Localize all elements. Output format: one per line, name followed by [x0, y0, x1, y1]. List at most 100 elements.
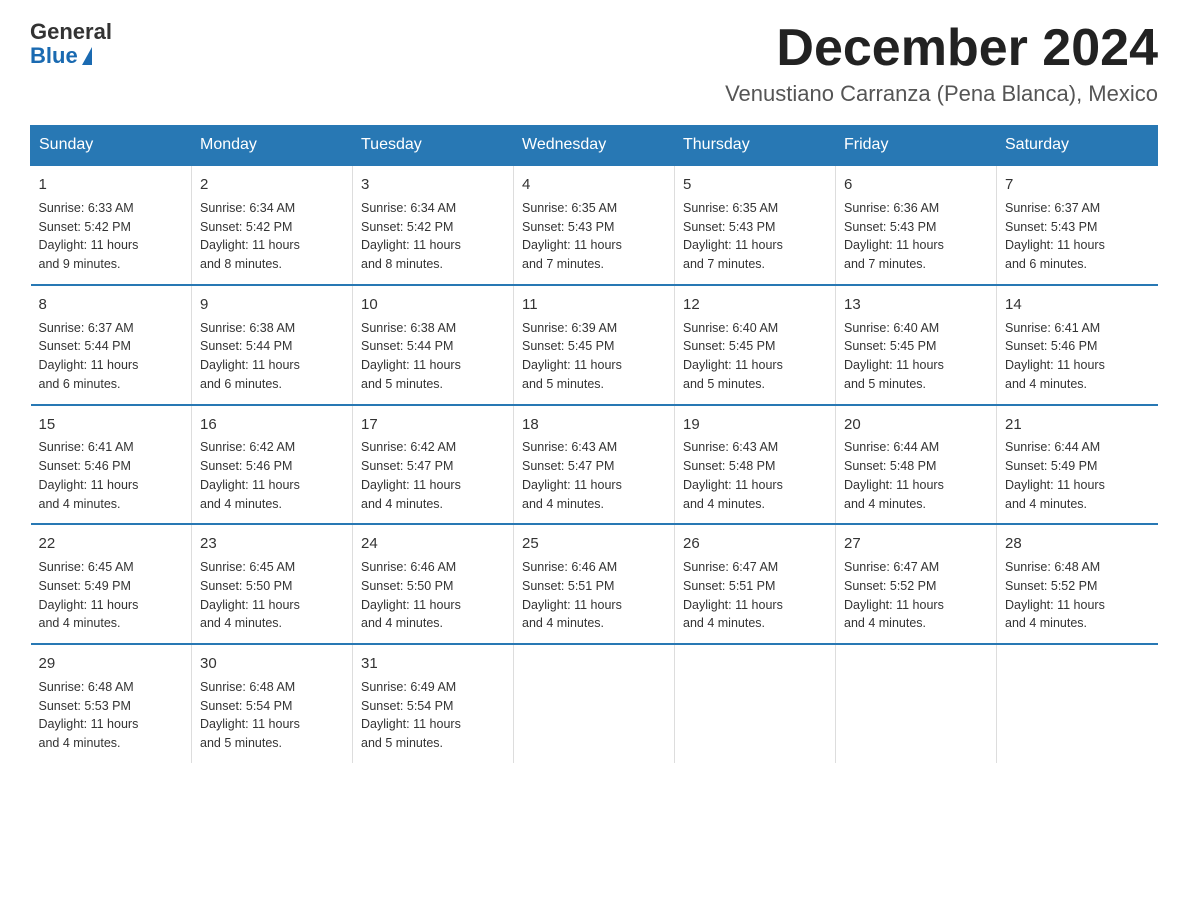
- day-number: 26: [683, 533, 827, 555]
- calendar-table: Sunday Monday Tuesday Wednesday Thursday…: [30, 125, 1158, 763]
- day-number: 25: [522, 533, 666, 555]
- day-number: 24: [361, 533, 505, 555]
- day-number: 22: [39, 533, 184, 555]
- col-wednesday: Wednesday: [514, 126, 675, 166]
- cell-info: Sunrise: 6:44 AMSunset: 5:49 PMDaylight:…: [1005, 440, 1105, 510]
- cell-info: Sunrise: 6:46 AMSunset: 5:50 PMDaylight:…: [361, 560, 461, 630]
- day-number: 12: [683, 294, 827, 316]
- cell-info: Sunrise: 6:35 AMSunset: 5:43 PMDaylight:…: [683, 201, 783, 271]
- day-number: 15: [39, 414, 184, 436]
- logo: General Blue: [30, 20, 112, 68]
- table-row: 2 Sunrise: 6:34 AMSunset: 5:42 PMDaylight…: [192, 165, 353, 285]
- calendar-week-row: 8Sunrise: 6:37 AMSunset: 5:44 PMDaylight…: [31, 285, 1158, 405]
- table-row: 25 Sunrise: 6:46 AMSunset: 5:51 PMDayligh…: [514, 524, 675, 644]
- day-number: 29: [39, 653, 184, 675]
- day-number: 13: [844, 294, 988, 316]
- table-row: 15 Sunrise: 6:41 AMSunset: 5:46 PMDayligh…: [31, 405, 192, 525]
- table-row: 21 Sunrise: 6:44 AMSunset: 5:49 PMDayligh…: [997, 405, 1158, 525]
- day-number: 5: [683, 174, 827, 196]
- logo-blue-text: Blue: [30, 44, 112, 68]
- col-sunday: Sunday: [31, 126, 192, 166]
- cell-info: Sunrise: 6:34 AMSunset: 5:42 PMDaylight:…: [200, 201, 300, 271]
- day-number: 16: [200, 414, 344, 436]
- day-number: 23: [200, 533, 344, 555]
- page-header: General Blue December 2024 Venustiano Ca…: [30, 20, 1158, 107]
- day-number: 17: [361, 414, 505, 436]
- cell-info: Sunrise: 6:46 AMSunset: 5:51 PMDaylight:…: [522, 560, 622, 630]
- cell-info: Sunrise: 6:42 AMSunset: 5:46 PMDaylight:…: [200, 440, 300, 510]
- day-number: 28: [1005, 533, 1150, 555]
- cell-info: Sunrise: 6:42 AMSunset: 5:47 PMDaylight:…: [361, 440, 461, 510]
- table-row: 20Sunrise: 6:44 AMSunset: 5:48 PMDayligh…: [836, 405, 997, 525]
- table-row: 3 Sunrise: 6:34 AMSunset: 5:42 PMDaylight…: [353, 165, 514, 285]
- table-row: 4 Sunrise: 6:35 AMSunset: 5:43 PMDaylight…: [514, 165, 675, 285]
- cell-info: Sunrise: 6:39 AMSunset: 5:45 PMDaylight:…: [522, 321, 622, 391]
- logo-triangle-icon: [82, 47, 92, 65]
- table-row: 24 Sunrise: 6:46 AMSunset: 5:50 PMDayligh…: [353, 524, 514, 644]
- title-area: December 2024 Venustiano Carranza (Pena …: [725, 20, 1158, 107]
- table-row: 31Sunrise: 6:49 AMSunset: 5:54 PMDayligh…: [353, 644, 514, 763]
- cell-info: Sunrise: 6:48 AMSunset: 5:53 PMDaylight:…: [39, 680, 139, 750]
- day-number: 21: [1005, 414, 1150, 436]
- cell-info: Sunrise: 6:48 AMSunset: 5:54 PMDaylight:…: [200, 680, 300, 750]
- table-row: 17 Sunrise: 6:42 AMSunset: 5:47 PMDayligh…: [353, 405, 514, 525]
- day-number: 6: [844, 174, 988, 196]
- table-row: 8Sunrise: 6:37 AMSunset: 5:44 PMDaylight…: [31, 285, 192, 405]
- cell-info: Sunrise: 6:47 AMSunset: 5:51 PMDaylight:…: [683, 560, 783, 630]
- header-row: Sunday Monday Tuesday Wednesday Thursday…: [31, 126, 1158, 166]
- day-number: 3: [361, 174, 505, 196]
- table-row: 19Sunrise: 6:43 AMSunset: 5:48 PMDayligh…: [675, 405, 836, 525]
- month-title: December 2024: [725, 20, 1158, 77]
- table-row: [514, 644, 675, 763]
- day-number: 10: [361, 294, 505, 316]
- table-row: 10 Sunrise: 6:38 AMSunset: 5:44 PMDayligh…: [353, 285, 514, 405]
- cell-info: Sunrise: 6:41 AMSunset: 5:46 PMDaylight:…: [39, 440, 139, 510]
- cell-info: Sunrise: 6:38 AMSunset: 5:44 PMDaylight:…: [361, 321, 461, 391]
- table-row: 28Sunrise: 6:48 AMSunset: 5:52 PMDayligh…: [997, 524, 1158, 644]
- table-row: 5 Sunrise: 6:35 AMSunset: 5:43 PMDaylight…: [675, 165, 836, 285]
- table-row: 12 Sunrise: 6:40 AMSunset: 5:45 PMDayligh…: [675, 285, 836, 405]
- table-row: 16 Sunrise: 6:42 AMSunset: 5:46 PMDayligh…: [192, 405, 353, 525]
- calendar-week-row: 29 Sunrise: 6:48 AMSunset: 5:53 PMDayligh…: [31, 644, 1158, 763]
- day-number: 7: [1005, 174, 1150, 196]
- table-row: 30Sunrise: 6:48 AMSunset: 5:54 PMDayligh…: [192, 644, 353, 763]
- table-row: 26 Sunrise: 6:47 AMSunset: 5:51 PMDayligh…: [675, 524, 836, 644]
- cell-info: Sunrise: 6:47 AMSunset: 5:52 PMDaylight:…: [844, 560, 944, 630]
- table-row: 14 Sunrise: 6:41 AMSunset: 5:46 PMDayligh…: [997, 285, 1158, 405]
- day-number: 20: [844, 414, 988, 436]
- table-row: 11 Sunrise: 6:39 AMSunset: 5:45 PMDayligh…: [514, 285, 675, 405]
- cell-info: Sunrise: 6:37 AMSunset: 5:43 PMDaylight:…: [1005, 201, 1105, 271]
- calendar-week-row: 22Sunrise: 6:45 AMSunset: 5:49 PMDayligh…: [31, 524, 1158, 644]
- day-number: 2: [200, 174, 344, 196]
- cell-info: Sunrise: 6:43 AMSunset: 5:47 PMDaylight:…: [522, 440, 622, 510]
- day-number: 27: [844, 533, 988, 555]
- table-row: 29 Sunrise: 6:48 AMSunset: 5:53 PMDayligh…: [31, 644, 192, 763]
- calendar-header: Sunday Monday Tuesday Wednesday Thursday…: [31, 126, 1158, 166]
- day-number: 4: [522, 174, 666, 196]
- table-row: 13 Sunrise: 6:40 AMSunset: 5:45 PMDayligh…: [836, 285, 997, 405]
- table-row: 6Sunrise: 6:36 AMSunset: 5:43 PMDaylight…: [836, 165, 997, 285]
- col-monday: Monday: [192, 126, 353, 166]
- location-title: Venustiano Carranza (Pena Blanca), Mexic…: [725, 81, 1158, 107]
- col-saturday: Saturday: [997, 126, 1158, 166]
- day-number: 31: [361, 653, 505, 675]
- day-number: 11: [522, 294, 666, 316]
- table-row: 18 Sunrise: 6:43 AMSunset: 5:47 PMDayligh…: [514, 405, 675, 525]
- table-row: [836, 644, 997, 763]
- cell-info: Sunrise: 6:34 AMSunset: 5:42 PMDaylight:…: [361, 201, 461, 271]
- col-friday: Friday: [836, 126, 997, 166]
- day-number: 1: [39, 174, 184, 196]
- day-number: 9: [200, 294, 344, 316]
- table-row: 1Sunrise: 6:33 AMSunset: 5:42 PMDaylight…: [31, 165, 192, 285]
- table-row: [997, 644, 1158, 763]
- col-tuesday: Tuesday: [353, 126, 514, 166]
- cell-info: Sunrise: 6:40 AMSunset: 5:45 PMDaylight:…: [683, 321, 783, 391]
- table-row: 23Sunrise: 6:45 AMSunset: 5:50 PMDayligh…: [192, 524, 353, 644]
- cell-info: Sunrise: 6:41 AMSunset: 5:46 PMDaylight:…: [1005, 321, 1105, 391]
- cell-info: Sunrise: 6:43 AMSunset: 5:48 PMDaylight:…: [683, 440, 783, 510]
- day-number: 14: [1005, 294, 1150, 316]
- cell-info: Sunrise: 6:40 AMSunset: 5:45 PMDaylight:…: [844, 321, 944, 391]
- cell-info: Sunrise: 6:38 AMSunset: 5:44 PMDaylight:…: [200, 321, 300, 391]
- cell-info: Sunrise: 6:35 AMSunset: 5:43 PMDaylight:…: [522, 201, 622, 271]
- day-number: 18: [522, 414, 666, 436]
